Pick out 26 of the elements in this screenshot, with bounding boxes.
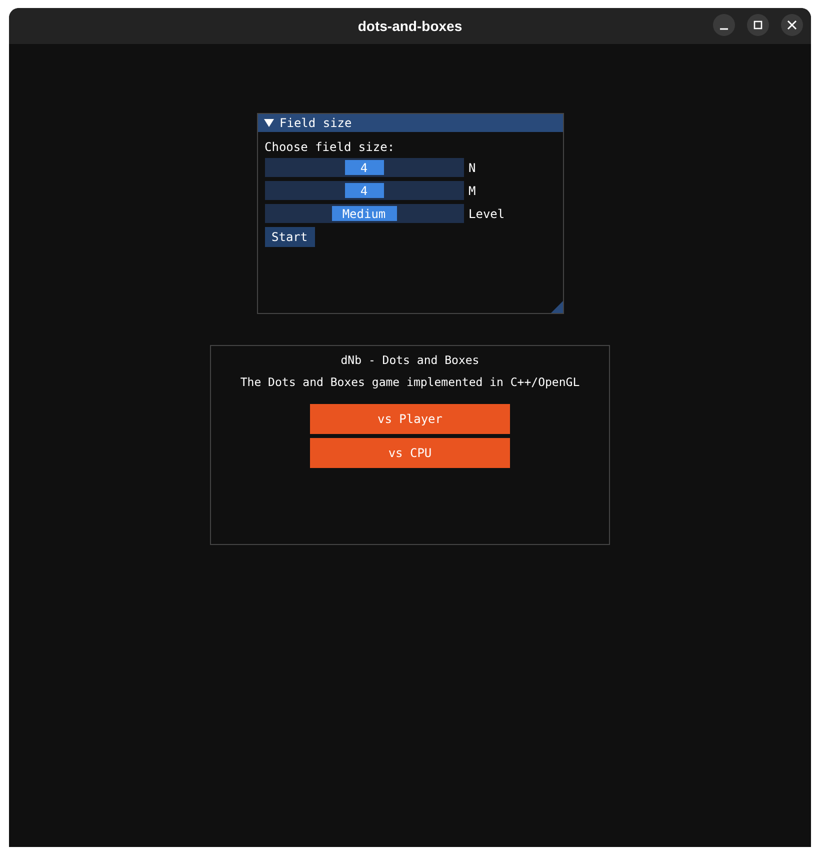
panel-header[interactable]: Field size	[258, 114, 562, 132]
maximize-icon	[753, 20, 763, 30]
slider-grab[interactable]: 4	[344, 183, 384, 198]
mode-button[interactable]: vs Player	[310, 404, 510, 434]
panel-title: Field size	[280, 116, 352, 130]
slider-track[interactable]: 4	[264, 158, 464, 177]
prompt-text: Choose field size:	[264, 140, 396, 154]
window-title: dots-and-boxes	[358, 18, 462, 34]
slider-grab[interactable]: 4	[344, 160, 384, 175]
close-button[interactable]	[781, 14, 803, 36]
game-title: dNb - Dots and Boxes	[340, 353, 480, 367]
resize-grip-icon[interactable]	[550, 301, 562, 313]
slider-label: M	[468, 184, 476, 198]
minimize-button[interactable]	[713, 14, 735, 36]
slider-track[interactable]: 4	[264, 181, 464, 200]
slider-track[interactable]: Medium	[264, 204, 464, 223]
minimize-icon	[720, 28, 728, 30]
collapse-triangle-icon[interactable]	[264, 118, 274, 128]
mode-button[interactable]: vs CPU	[310, 438, 510, 468]
start-button[interactable]: Start	[264, 227, 315, 247]
game-description: The Dots and Boxes game implemented in C++/OpenGL	[240, 375, 580, 389]
slider-grab[interactable]: Medium	[332, 206, 396, 221]
maximize-button[interactable]	[747, 14, 769, 36]
close-icon	[787, 20, 797, 30]
slider-label: Level	[468, 206, 505, 220]
slider-label: N	[468, 160, 476, 174]
